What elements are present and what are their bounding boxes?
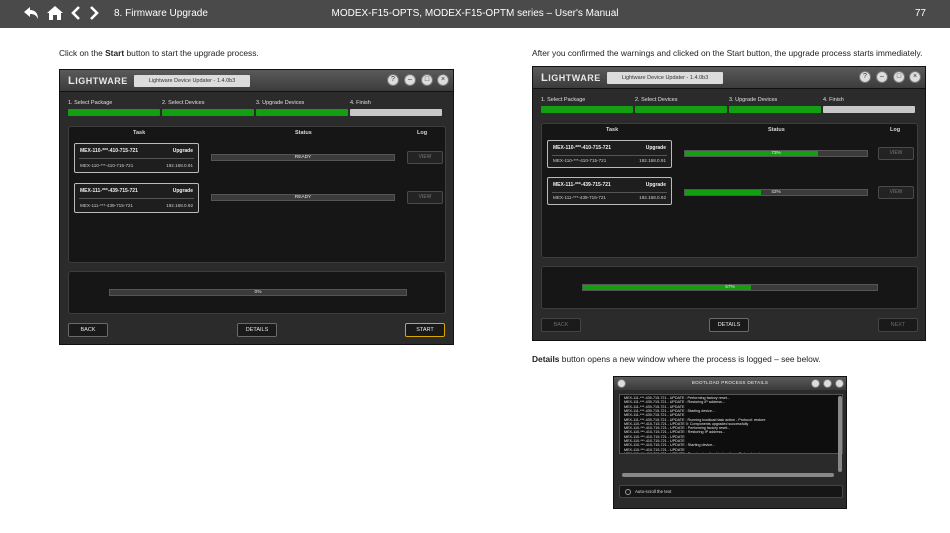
step-finish: 4. Finish (823, 97, 915, 115)
step-select-package: 1. Select Package (541, 97, 633, 115)
minimize-icon[interactable]: – (876, 71, 888, 83)
device-card: MEX-110-***-410-715-721 Upgrade MEX-110-… (74, 143, 199, 173)
left-instruction: Click on the Start button to start the u… (59, 48, 259, 58)
details-button[interactable]: DETAILS (709, 318, 749, 332)
device-status-bar: 73% (684, 150, 868, 157)
updater-window-progress: LIGHTWARE Lightware Device Updater - 1.4… (532, 66, 926, 341)
instruction-text: button opens a new window where the proc… (559, 354, 821, 364)
lightware-logo: LIGHTWARE (68, 75, 128, 87)
instruction-bold: Start (105, 48, 125, 58)
view-log-button[interactable]: VIEW (878, 147, 914, 160)
col-header-status: Status (295, 130, 312, 136)
log-line: MEX-110-***-410-715-721 - UPDATE : Runni… (624, 451, 766, 454)
app-name-label: Lightware Device Updater - 1.4.0b3 (134, 75, 250, 87)
autoscroll-bar: Auto-scroll the text (619, 485, 843, 498)
overall-progress-panel: 57% (541, 266, 918, 309)
window-titlebar: LIGHTWARE Lightware Device Updater - 1.4… (533, 67, 925, 89)
close-icon[interactable] (835, 379, 844, 388)
app-name-label: Lightware Device Updater - 1.4.0b3 (607, 72, 723, 84)
col-header-log: Log (890, 127, 901, 133)
close-icon[interactable]: × (437, 74, 449, 86)
back-button[interactable]: BACK (68, 323, 108, 337)
col-header-log: Log (417, 130, 428, 136)
device-card: MEX-110-***-410-715-721 Upgrade MEX-110-… (547, 140, 672, 168)
step-upgrade-devices: 3. Upgrade Devices (256, 100, 348, 118)
window-titlebar: LIGHTWARE Lightware Device Updater - 1.4… (60, 70, 453, 92)
autoscroll-label: Auto-scroll the text (635, 489, 672, 494)
log-text-area[interactable]: MEX-111-***-439-715-721 - UPDATE : Perfo… (619, 394, 843, 454)
overall-progress-panel: 0% (68, 271, 446, 314)
instruction-text: button to start the upgrade process. (124, 48, 259, 58)
device-status-bar: 42% (684, 189, 868, 196)
details-instruction: Details button opens a new window where … (532, 354, 821, 364)
start-button[interactable]: START (405, 323, 445, 337)
bootload-details-window: BOOTLOAD PROCESS DETAILS MEX-111-***-439… (613, 376, 847, 509)
col-header-task: Task (133, 130, 146, 136)
view-log-button[interactable]: VIEW (407, 191, 443, 204)
horizontal-scrollbar[interactable] (622, 473, 834, 477)
overall-progress-bar: 57% (582, 284, 878, 291)
help-icon[interactable]: ? (387, 74, 399, 86)
vertical-scrollbar[interactable] (838, 396, 842, 472)
maximize-icon[interactable]: □ (421, 74, 433, 86)
minimize-icon[interactable]: – (404, 74, 416, 86)
task-panel: Task Status Log MEX-110-***-410-715-721 … (541, 123, 918, 258)
overall-progress-bar: 0% (109, 289, 407, 296)
wizard-steps: 1. Select Package 2. Select Devices 3. U… (68, 100, 445, 118)
maximize-icon[interactable] (823, 379, 832, 388)
instruction-text: Click on the (59, 48, 106, 58)
device-card: MEX-111-***-439-715-721 Upgrade MEX-111-… (74, 183, 199, 213)
step-finish: 4. Finish (350, 100, 442, 118)
right-instruction: After you confirmed the warnings and cli… (532, 48, 923, 58)
col-header-task: Task (606, 127, 619, 133)
step-upgrade-devices: 3. Upgrade Devices (729, 97, 821, 115)
wizard-steps: 1. Select Package 2. Select Devices 3. U… (541, 97, 917, 115)
instruction-bold: Details (532, 354, 560, 364)
col-header-status: Status (768, 127, 785, 133)
step-select-devices: 2. Select Devices (635, 97, 727, 115)
step-select-package: 1. Select Package (68, 100, 160, 118)
window-titlebar: BOOTLOAD PROCESS DETAILS (614, 377, 846, 390)
autoscroll-checkbox[interactable] (625, 489, 631, 495)
back-button[interactable]: BACK (541, 318, 581, 332)
lightware-logo: LIGHTWARE (541, 72, 601, 84)
updater-window-ready: LIGHTWARE Lightware Device Updater - 1.4… (59, 69, 454, 345)
device-status-bar: READY (211, 154, 395, 161)
minimize-icon[interactable] (811, 379, 820, 388)
view-log-button[interactable]: VIEW (878, 186, 914, 199)
step-select-devices: 2. Select Devices (162, 100, 254, 118)
document-header: 8. Firmware Upgrade MODEX-F15-OPTS, MODE… (0, 0, 950, 28)
task-panel: Task Status Log MEX-110-***-410-715-721 … (68, 126, 446, 263)
details-button[interactable]: DETAILS (237, 323, 277, 337)
next-button[interactable]: NEXT (878, 318, 918, 332)
maximize-icon[interactable]: □ (893, 71, 905, 83)
document-title: MODEX-F15-OPTS, MODEX-F15-OPTM series – … (331, 8, 619, 19)
device-status-bar: READY (211, 194, 395, 201)
device-card: MEX-111-***-439-715-721 Upgrade MEX-111-… (547, 177, 672, 205)
help-icon[interactable]: ? (859, 71, 871, 83)
view-log-button[interactable]: VIEW (407, 151, 443, 164)
page-number: 77 (914, 8, 926, 19)
close-icon[interactable]: × (909, 71, 921, 83)
